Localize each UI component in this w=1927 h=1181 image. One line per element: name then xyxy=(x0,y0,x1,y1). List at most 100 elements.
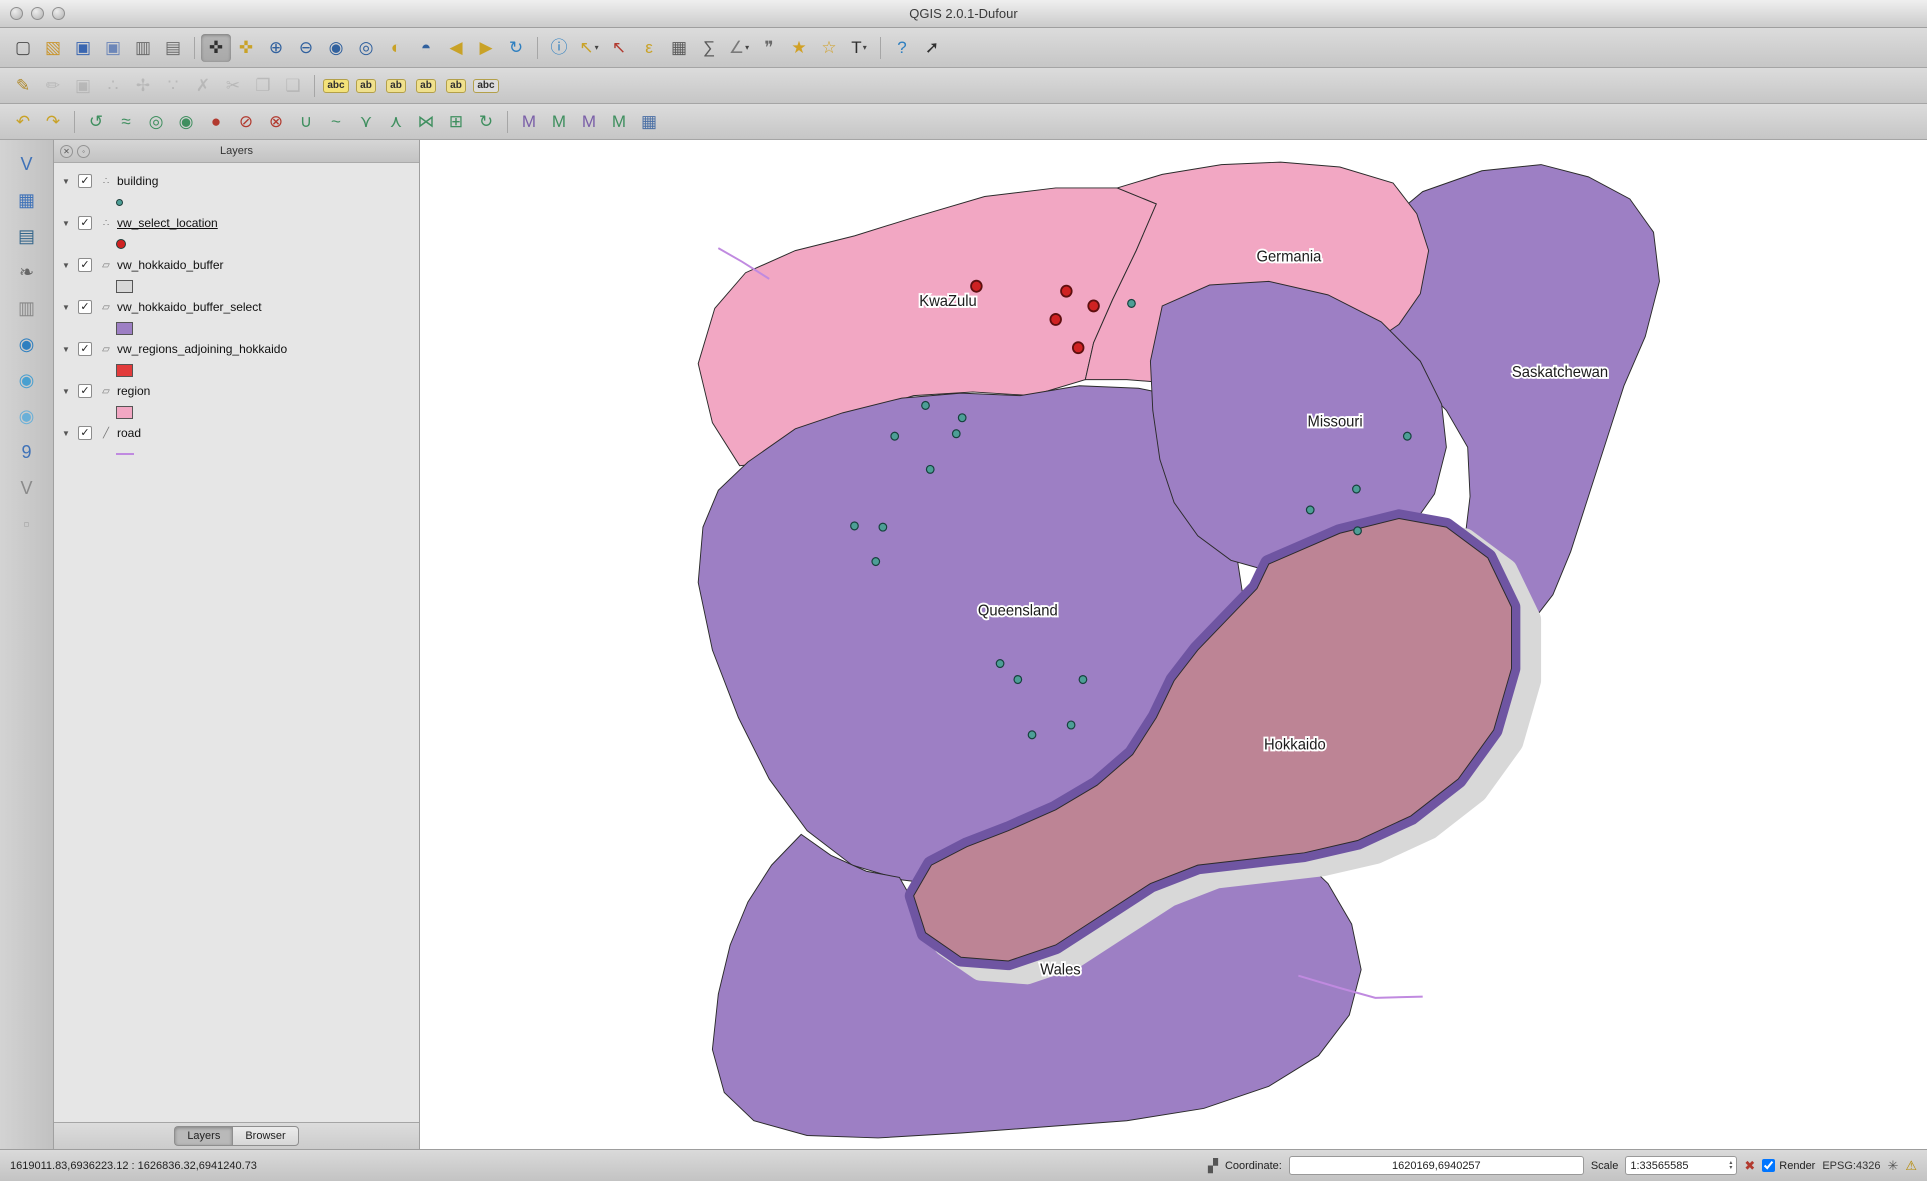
show-bookmarks[interactable]: ☆ xyxy=(814,34,844,62)
layer-expand-arrow[interactable]: ▼ xyxy=(62,429,78,438)
layer-labeling-options[interactable]: abc xyxy=(321,72,351,100)
new-print-composer[interactable]: ▥ xyxy=(128,34,158,62)
rotate-point-symbols[interactable]: ↻ xyxy=(471,108,501,136)
layer-visibility-checkbox[interactable]: ✓ xyxy=(78,342,92,356)
layer-row-road[interactable]: ▼✓╱road xyxy=(54,421,419,445)
layer-row-vw_hokkaido_buffer[interactable]: ▼✓▱vw_hokkaido_buffer xyxy=(54,253,419,277)
add-wfs-layer[interactable]: ◉ xyxy=(9,400,45,432)
new-shapefile-layer[interactable]: V xyxy=(9,472,45,504)
tab-layers[interactable]: Layers xyxy=(174,1126,232,1146)
identify-features[interactable]: ⓘ xyxy=(544,34,574,62)
current-edits[interactable]: ✎ xyxy=(8,72,38,100)
add-wcs-layer[interactable]: ◉ xyxy=(9,364,45,396)
reshape-features[interactable]: ~ xyxy=(321,108,351,136)
new-bookmark[interactable]: ★ xyxy=(784,34,814,62)
zoom-in[interactable]: ⊕ xyxy=(261,34,291,62)
delete-selected[interactable]: ✗ xyxy=(188,72,218,100)
layer-row-region[interactable]: ▼✓▱region xyxy=(54,379,419,403)
delete-part[interactable]: ⊗ xyxy=(261,108,291,136)
delete-ring[interactable]: ⊘ xyxy=(231,108,261,136)
rotate-feature[interactable]: ↺ xyxy=(81,108,111,136)
new-project[interactable]: ▢ xyxy=(8,34,38,62)
redo[interactable]: ↷ xyxy=(38,108,68,136)
add-spatialite-layer[interactable]: ❧ xyxy=(9,256,45,288)
map-tips[interactable]: ❞ xyxy=(754,34,784,62)
zoom-out[interactable]: ⊖ xyxy=(291,34,321,62)
label-rotate[interactable]: ab xyxy=(441,72,471,100)
split-features[interactable]: ⋎ xyxy=(351,108,381,136)
map-canvas[interactable]: KwaZulu Germania Saskatchewan Missouri Q… xyxy=(420,140,1927,1149)
save-project-as[interactable]: ▣ xyxy=(98,34,128,62)
minimize-window-button[interactable] xyxy=(31,7,44,20)
help-contents[interactable]: ? xyxy=(887,34,917,62)
open-project[interactable]: ▧ xyxy=(38,34,68,62)
add-postgis-layer[interactable]: ▤ xyxy=(9,220,45,252)
layer-name[interactable]: road xyxy=(117,426,141,440)
zoom-to-selection[interactable]: ◐ xyxy=(381,34,411,62)
zoom-to-layer[interactable]: ◓ xyxy=(411,34,441,62)
layer-name[interactable]: vw_regions_adjoining_hokkaido xyxy=(117,342,287,356)
add-ring[interactable]: ◎ xyxy=(141,108,171,136)
layer-row-vw_select_location[interactable]: ▼✓∴vw_select_location xyxy=(54,211,419,235)
add-wms-layer[interactable]: ◉ xyxy=(9,328,45,360)
add-vector-layer[interactable]: V xyxy=(9,148,45,180)
paste-features[interactable]: ❑ xyxy=(278,72,308,100)
label-move[interactable]: ab xyxy=(411,72,441,100)
save-project[interactable]: ▣ xyxy=(68,34,98,62)
add-mssql-layer[interactable]: ▥ xyxy=(9,292,45,324)
toggle-editing[interactable]: ✏ xyxy=(38,72,68,100)
label-pin[interactable]: ab xyxy=(351,72,381,100)
simplify-feature[interactable]: ≈ xyxy=(111,108,141,136)
zoom-last[interactable]: ◀ xyxy=(441,34,471,62)
label-properties[interactable]: abc xyxy=(471,72,501,100)
layer-expand-arrow[interactable]: ▼ xyxy=(62,303,78,312)
add-oracle-layer[interactable]: ▫ xyxy=(9,508,45,540)
merge-features[interactable]: ⋈ xyxy=(411,108,441,136)
layer-expand-arrow[interactable]: ▼ xyxy=(62,261,78,270)
layer-row-vw_regions_adjoining_hokkaido[interactable]: ▼✓▱vw_regions_adjoining_hokkaido xyxy=(54,337,419,361)
whats-this[interactable]: ➚ xyxy=(917,34,947,62)
add-feature[interactable]: ∴ xyxy=(98,72,128,100)
select-by-expression[interactable]: ε xyxy=(634,34,664,62)
undo[interactable]: ↶ xyxy=(8,108,38,136)
layer-visibility-checkbox[interactable]: ✓ xyxy=(78,300,92,314)
node-tool[interactable]: ∵ xyxy=(158,72,188,100)
layer-expand-arrow[interactable]: ▼ xyxy=(62,387,78,396)
plugin-m-green[interactable]: M xyxy=(544,108,574,136)
add-part[interactable]: ◉ xyxy=(171,108,201,136)
close-window-button[interactable] xyxy=(10,7,23,20)
layer-visibility-checkbox[interactable]: ✓ xyxy=(78,258,92,272)
text-annotation-dropdown[interactable]: ▾ xyxy=(863,43,867,52)
add-raster-layer[interactable]: ▦ xyxy=(9,184,45,216)
pan-to-selection[interactable]: ✜ xyxy=(231,34,261,62)
zoom-full-extent[interactable]: ◎ xyxy=(351,34,381,62)
split-parts[interactable]: ⋏ xyxy=(381,108,411,136)
text-annotation[interactable]: T▾ xyxy=(844,34,874,62)
composer-manager[interactable]: ▤ xyxy=(158,34,188,62)
layer-name[interactable]: vw_select_location xyxy=(117,216,218,230)
add-delimited-text-layer[interactable]: 9 xyxy=(9,436,45,468)
offset-curve[interactable]: ∪ xyxy=(291,108,321,136)
tab-browser[interactable]: Browser xyxy=(232,1126,298,1146)
scale-combo[interactable]: 1:33565585 ▴▾ xyxy=(1625,1156,1737,1175)
zoom-actual-size[interactable]: ◉ xyxy=(321,34,351,62)
plugin-m-purple[interactable]: M xyxy=(514,108,544,136)
layer-name[interactable]: vw_hokkaido_buffer xyxy=(117,258,224,272)
layer-visibility-checkbox[interactable]: ✓ xyxy=(78,216,92,230)
panel-close-button[interactable]: ✕ xyxy=(60,145,73,158)
panel-float-button[interactable]: ◦ xyxy=(77,145,90,158)
refresh-map[interactable]: ↻ xyxy=(501,34,531,62)
layer-expand-arrow[interactable]: ▼ xyxy=(62,345,78,354)
coordinate-input[interactable] xyxy=(1289,1156,1584,1175)
layer-expand-arrow[interactable]: ▼ xyxy=(62,219,78,228)
select-features[interactable]: ↖▾ xyxy=(574,34,604,62)
copy-features[interactable]: ❐ xyxy=(248,72,278,100)
layer-visibility-checkbox[interactable]: ✓ xyxy=(78,426,92,440)
plugin-m-purple-2[interactable]: M xyxy=(574,108,604,136)
field-calculator[interactable]: ∑ xyxy=(694,34,724,62)
layer-visibility-checkbox[interactable]: ✓ xyxy=(78,174,92,188)
scale-spinner-icon[interactable]: ▴▾ xyxy=(1729,1161,1732,1171)
layer-name[interactable]: vw_hokkaido_buffer_select xyxy=(117,300,262,314)
cut-features[interactable]: ✂ xyxy=(218,72,248,100)
layer-name[interactable]: region xyxy=(117,384,150,398)
